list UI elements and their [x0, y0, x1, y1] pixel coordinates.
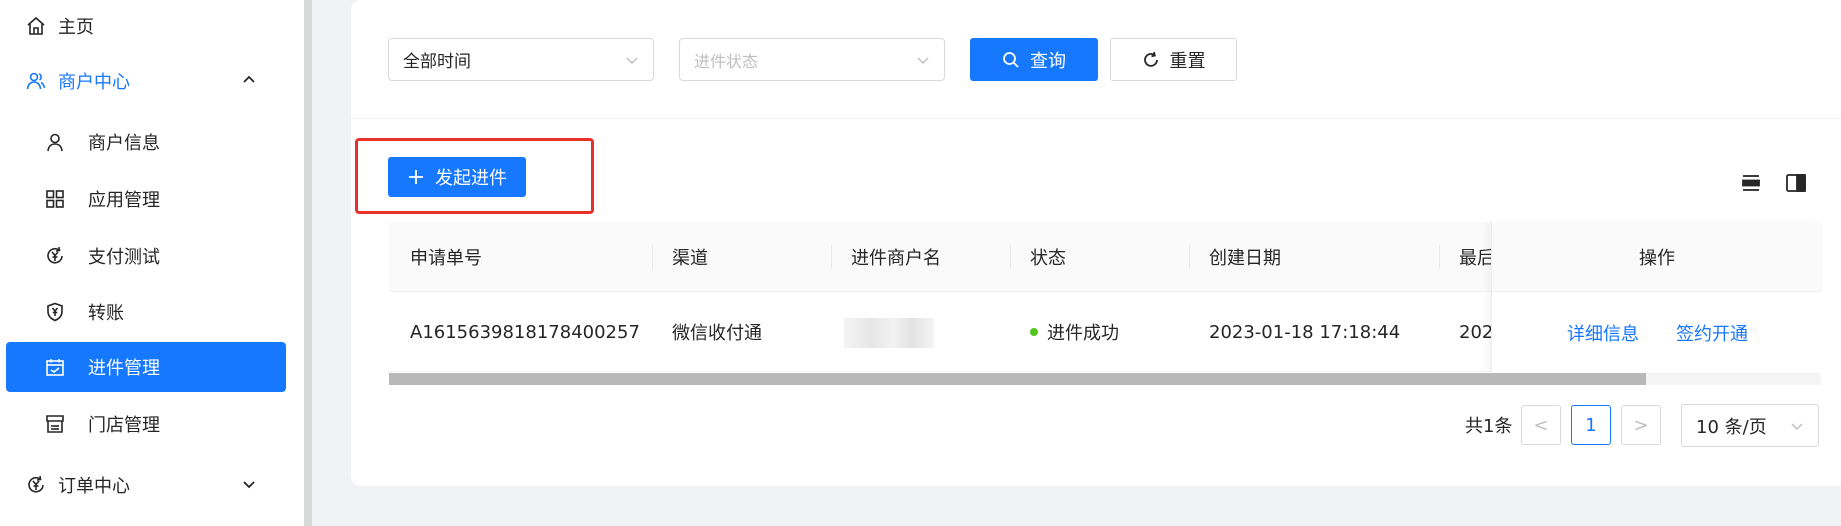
- status-select[interactable]: 进件状态: [679, 38, 945, 81]
- column-separator: [1439, 245, 1440, 269]
- column-header-application-id: 申请单号: [410, 248, 482, 269]
- sidebar-item-label: 商户信息: [88, 133, 160, 154]
- sidebar-item-merchant-info[interactable]: 商户信息: [0, 117, 300, 167]
- sidebar-item-transfer[interactable]: 转账: [0, 287, 300, 337]
- shield-yen-icon: [44, 301, 66, 323]
- chevron-down-icon: [1788, 417, 1806, 435]
- chevron-down-icon: [914, 51, 932, 69]
- time-range-value: 全部时间: [403, 52, 471, 72]
- status-placeholder: 进件状态: [694, 51, 759, 71]
- next-page-button[interactable]: >: [1621, 405, 1661, 445]
- sidebar-item-merchant-center[interactable]: 商户中心: [0, 56, 300, 106]
- cell-channel: 微信收付通: [672, 323, 762, 344]
- sidebar: 主页 商户中心 商户信息 应用管理 支付测试 转账 进件管理 门店管理 订单中心: [0, 0, 304, 526]
- store-icon: [44, 413, 66, 435]
- sidebar-item-app-management[interactable]: 应用管理: [0, 174, 300, 224]
- page-number: 1: [1585, 414, 1597, 436]
- grid-icon: [44, 188, 66, 210]
- page-size-select[interactable]: 10 条/页: [1681, 404, 1819, 447]
- sidebar-item-label: 应用管理: [88, 190, 160, 211]
- column-separator: [831, 245, 832, 269]
- status-success-dot: [1030, 328, 1038, 336]
- reload-icon: [1142, 51, 1160, 69]
- chevron-down-icon: [240, 475, 258, 493]
- column-header-last: 最后: [1459, 248, 1491, 269]
- sidebar-item-home[interactable]: 主页: [0, 1, 300, 51]
- column-header-merchant-name: 进件商户名: [851, 248, 941, 269]
- chevron-up-icon: [240, 71, 258, 89]
- actions-cell: 详细信息 签约开通: [1492, 292, 1822, 372]
- sidebar-item-label: 订单中心: [58, 476, 130, 497]
- reset-button[interactable]: 重置: [1110, 38, 1237, 81]
- sidebar-item-label: 支付测试: [88, 247, 160, 268]
- density-icon[interactable]: [1740, 172, 1762, 194]
- details-link[interactable]: 详细信息: [1567, 320, 1639, 346]
- search-button[interactable]: 查询: [970, 38, 1098, 81]
- yen-refresh-icon: [44, 245, 66, 267]
- search-button-label: 查询: [1030, 50, 1066, 72]
- chevron-right-icon: >: [1633, 414, 1649, 436]
- sidebar-item-payment-test[interactable]: 支付测试: [0, 231, 300, 281]
- search-icon: [1002, 51, 1020, 69]
- user-icon: [44, 131, 66, 153]
- sidebar-item-label: 商户中心: [58, 72, 130, 93]
- column-settings-icon[interactable]: [1785, 172, 1807, 194]
- reset-button-label: 重置: [1169, 50, 1206, 72]
- column-header-actions: 操作: [1492, 222, 1822, 292]
- users-icon: [25, 70, 47, 92]
- fixed-actions-column: 操作 详细信息 签约开通: [1491, 222, 1822, 372]
- time-range-select[interactable]: 全部时间: [388, 38, 654, 81]
- sign-activate-link[interactable]: 签约开通: [1676, 320, 1748, 346]
- cell-created-date: 2023-01-18 17:18:44: [1209, 321, 1401, 343]
- highlight-annotation: [355, 138, 594, 214]
- chevron-left-icon: <: [1533, 414, 1549, 436]
- sidebar-item-label: 主页: [58, 17, 94, 38]
- pagination-total: 共1条: [1465, 416, 1513, 437]
- cell-application-id: A1615639818178400257: [410, 321, 640, 343]
- sidebar-scrollbar[interactable]: [304, 0, 312, 526]
- column-separator: [652, 245, 653, 269]
- page-1-button[interactable]: 1: [1571, 405, 1611, 445]
- column-separator: [1010, 245, 1011, 269]
- page-size-value: 10 条/页: [1696, 416, 1767, 438]
- sidebar-item-store-management[interactable]: 门店管理: [0, 399, 300, 449]
- chevron-down-icon: [623, 51, 641, 69]
- horizontal-scrollbar-thumb[interactable]: [389, 373, 1646, 385]
- sidebar-item-label: 转账: [88, 303, 124, 324]
- onboarding-table: 申请单号 渠道 进件商户名 状态 创建日期 最后 A16156398181784…: [389, 222, 1822, 386]
- sidebar-item-order-center[interactable]: 订单中心: [0, 460, 300, 510]
- calendar-icon: [44, 356, 66, 378]
- sidebar-item-label: 门店管理: [88, 415, 160, 436]
- column-separator: [1189, 245, 1190, 269]
- home-icon: [25, 15, 47, 37]
- column-header-created-date: 创建日期: [1209, 248, 1281, 269]
- cell-status: 进件成功: [1030, 292, 1119, 372]
- sidebar-item-label: 进件管理: [88, 358, 160, 379]
- sidebar-item-onboarding-management[interactable]: 进件管理: [6, 342, 286, 392]
- status-text: 进件成功: [1047, 323, 1119, 344]
- cell-last: 2023: [1459, 321, 1491, 343]
- cell-merchant-name-redacted: [844, 318, 934, 348]
- column-header-status: 状态: [1030, 248, 1066, 269]
- yen-refresh-icon: [25, 474, 47, 496]
- column-header-channel: 渠道: [672, 248, 708, 269]
- divider: [351, 118, 1841, 119]
- prev-page-button[interactable]: <: [1521, 405, 1561, 445]
